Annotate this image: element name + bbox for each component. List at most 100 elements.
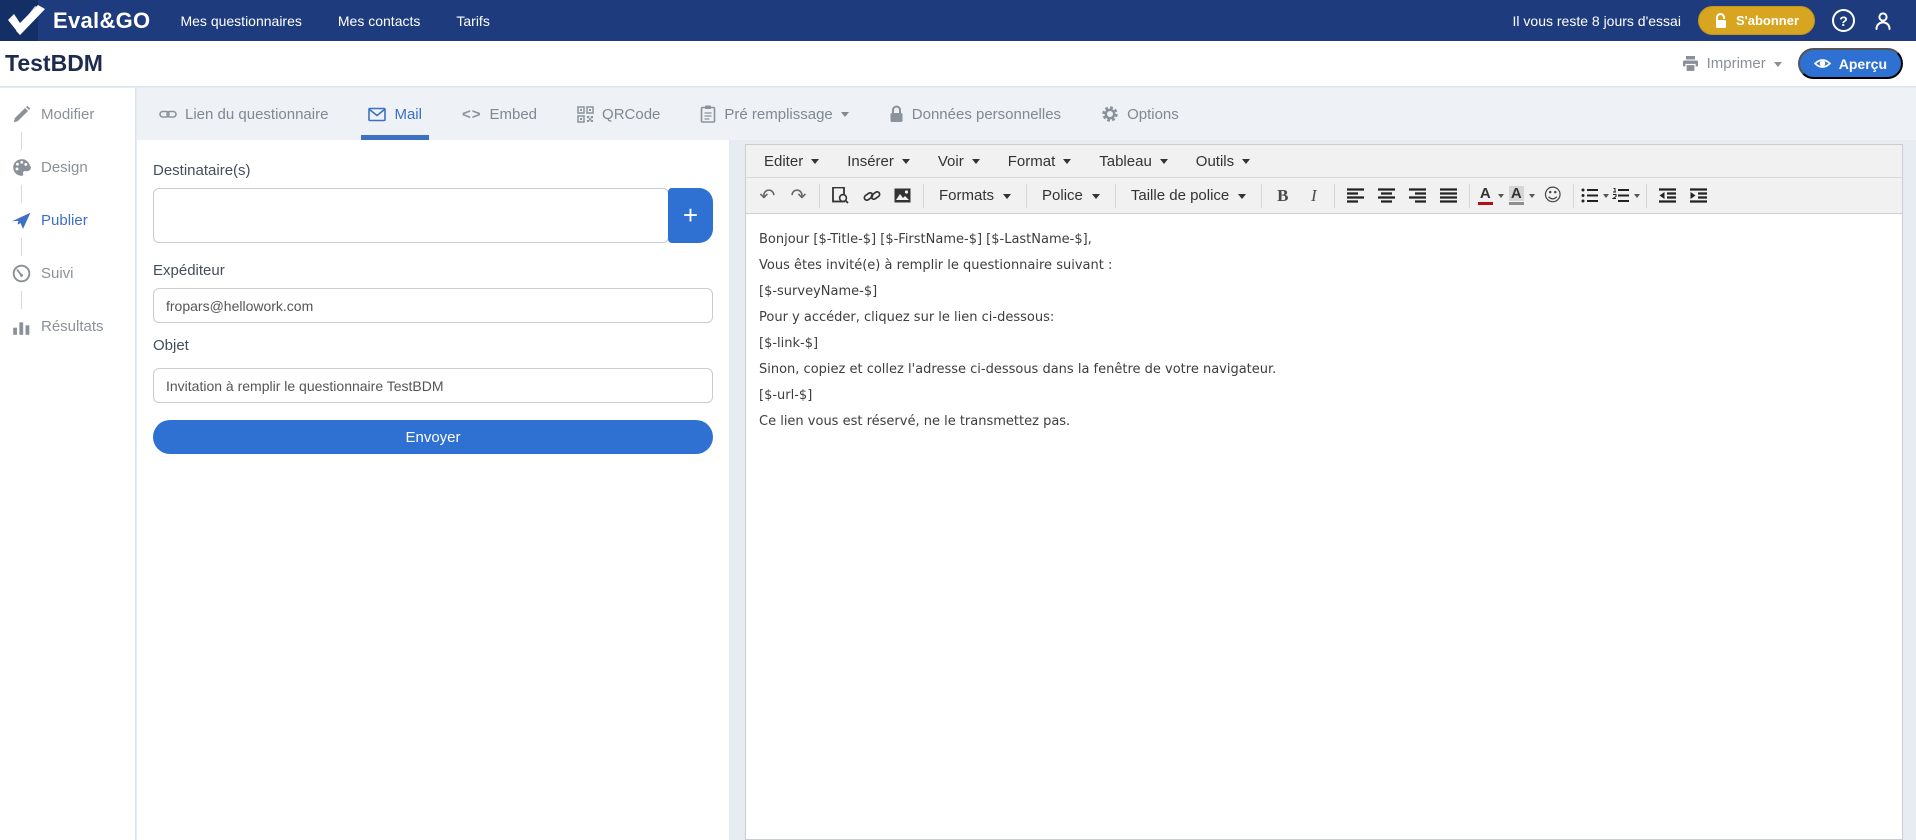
chevron-down-icon [1242,159,1251,168]
background-color-button[interactable]: A [1506,182,1537,210]
sidebar-item-label: Résultats [41,318,104,335]
toolbar-separator [1026,183,1028,208]
evalgo-logo[interactable] [0,0,45,41]
publish-tabbar: Lien du questionnaire Mail <> Embed QRCo… [137,88,1916,140]
tab-pre-remplissage[interactable]: Pré remplissage [700,88,849,140]
italic-button[interactable]: I [1298,182,1329,210]
bullet-list-icon [1581,188,1598,203]
formats-dropdown[interactable]: Formats [929,182,1021,210]
align-right-button[interactable] [1402,182,1433,210]
sidebar-item-label: Modifier [41,106,95,123]
font-dropdown[interactable]: Police [1032,182,1110,210]
main-menu: Mes questionnaires Mes contacts Tarifs [180,13,489,29]
link-icon [863,187,881,205]
bold-icon: B [1277,185,1289,205]
insert-link-button[interactable] [856,182,887,210]
subscribe-button[interactable]: S'abonner [1697,6,1815,35]
menu-label: Tableau [1099,152,1152,170]
chevron-down-icon [1003,193,1012,203]
link-icon [159,105,177,123]
email-body-line: Sinon, copiez et collez l'adresse ci-des… [759,362,1277,377]
pencil-icon [12,105,31,124]
undo-button[interactable]: ↶ [752,182,783,210]
email-body-editable[interactable]: Bonjour [$-Title-$] [$-FirstName-$] [$-L… [747,216,1901,839]
menu-voir[interactable]: Voir [924,145,994,177]
emoticon-button[interactable]: ☺ [1537,182,1568,210]
text-color-button[interactable]: A [1475,182,1506,210]
bar-chart-icon [12,317,31,336]
menu-editer[interactable]: Editer [750,145,833,177]
chevron-down-icon [1238,193,1247,203]
editor-menubar: Editer Insérer Voir Format Tableau Outil… [746,145,1902,178]
sender-label: Expéditeur [153,262,225,279]
user-account-icon[interactable] [1872,10,1894,32]
email-body-line: Pour y accéder, cliquez sur le lien ci-d… [759,310,1055,325]
title-actions: Imprimer Aperçu [1682,41,1903,86]
menu-outils[interactable]: Outils [1182,145,1264,177]
sender-input[interactable] [153,288,713,323]
sidebar-item-resultats[interactable]: Résultats [0,291,135,353]
email-body-line: Bonjour [$-Title-$] [$-FirstName-$] [$-L… [759,232,1092,247]
tab-mail[interactable]: Mail [361,88,429,140]
align-left-button[interactable] [1340,182,1371,210]
chevron-down-icon [1159,159,1168,168]
undo-icon: ↶ [759,184,776,207]
tab-label: Données personnelles [911,105,1062,123]
image-icon [894,188,911,203]
menu-label: Outils [1195,152,1235,170]
search-template-button[interactable] [825,182,856,210]
formats-label: Formats [939,187,995,204]
menu-item-tarifs[interactable]: Tarifs [456,13,489,29]
lock-open-icon [1714,12,1728,29]
subject-input[interactable] [153,368,713,403]
menu-label: Insérer [847,152,894,170]
redo-button[interactable]: ↷ [783,182,814,210]
toolbar-separator [1334,183,1336,208]
tab-donnees-personnelles[interactable]: Données personnelles [889,88,1061,140]
align-justify-button[interactable] [1433,182,1464,210]
recipients-label: Destinataire(s) [153,162,251,179]
align-center-button[interactable] [1371,182,1402,210]
bullet-list-button[interactable] [1579,182,1610,210]
bold-button[interactable]: B [1267,182,1298,210]
mail-form-panel: Destinataire(s) + Expéditeur Objet Envoy… [137,140,729,840]
help-icon[interactable]: ? [1832,9,1855,32]
tab-options[interactable]: Options [1101,88,1179,140]
qrcode-icon [577,105,594,123]
sidebar-item-label: Publier [41,212,88,229]
menu-tableau[interactable]: Tableau [1085,145,1182,177]
menu-item-questionnaires[interactable]: Mes questionnaires [180,13,301,29]
indent-button[interactable] [1683,182,1714,210]
main-area: Lien du questionnaire Mail <> Embed QRCo… [137,88,1916,840]
recipients-input[interactable] [153,188,669,243]
brand-name[interactable]: Eval&GO [53,8,150,34]
print-button[interactable]: Imprimer [1682,55,1782,72]
menu-item-contacts[interactable]: Mes contacts [338,13,420,29]
align-left-icon [1347,188,1365,203]
numbered-list-icon [1611,188,1629,203]
send-button[interactable]: Envoyer [153,420,713,454]
chevron-down-icon [1773,61,1782,71]
outdent-button[interactable] [1652,182,1683,210]
plus-icon: + [682,200,699,230]
numbered-list-button[interactable] [1610,182,1641,210]
smiley-icon: ☺ [1543,185,1563,206]
align-justify-icon [1440,188,1458,203]
tab-embed[interactable]: <> Embed [462,88,537,140]
tab-lien-du-questionnaire[interactable]: Lien du questionnaire [159,88,328,140]
checkmark-logo-icon [5,4,47,38]
email-body-line: Ce lien vous est réservé, ne le transmet… [759,414,1071,429]
toolbar-separator [1114,183,1116,208]
top-navbar: Eval&GO Mes questionnaires Mes contacts … [0,0,1916,41]
email-body-line: [$-link-$] [759,336,819,351]
tab-qrcode[interactable]: QRCode [577,88,660,140]
insert-image-button[interactable] [887,182,918,210]
toolbar-separator [923,183,924,208]
font-size-dropdown[interactable]: Taille de police [1121,182,1256,210]
menu-format[interactable]: Format [994,145,1086,177]
menu-inserer[interactable]: Insérer [833,145,924,177]
add-recipient-button[interactable]: + [668,188,713,243]
email-editor: Editer Insérer Voir Format Tableau Outil… [745,144,1903,840]
tab-label: Lien du questionnaire [185,105,329,123]
preview-button[interactable]: Aperçu [1797,48,1903,79]
